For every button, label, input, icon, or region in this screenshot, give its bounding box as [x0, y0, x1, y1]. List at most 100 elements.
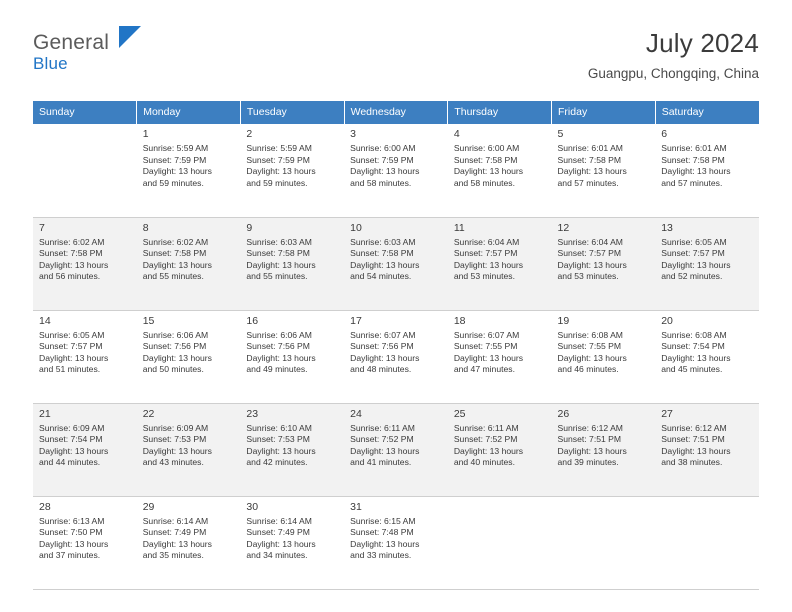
weekday-header-thursday: Thursday	[447, 101, 553, 124]
day-detail: Sunrise: 6:11 AM Sunset: 7:52 PM Dayligh…	[350, 422, 420, 468]
calendar-day-cell[interactable]: 31 Sunrise: 6:15 AM Sunset: 7:48 PM Dayl…	[344, 496, 448, 590]
calendar-day-cell[interactable]: 8 Sunrise: 6:02 AM Sunset: 7:58 PM Dayli…	[136, 217, 241, 311]
calendar-day-cell[interactable]: 29 Sunrise: 6:14 AM Sunset: 7:49 PM Dayl…	[136, 496, 241, 590]
calendar-week-row: 21 Sunrise: 6:09 AM Sunset: 7:54 PM Dayl…	[33, 403, 759, 497]
day-detail: Sunrise: 6:04 AM Sunset: 7:57 PM Dayligh…	[557, 236, 627, 282]
day-detail: Sunrise: 6:07 AM Sunset: 7:56 PM Dayligh…	[350, 329, 420, 375]
day-number: 11	[453, 221, 465, 234]
day-number: 6	[661, 128, 668, 140]
calendar-day-cell[interactable]: 5 Sunrise: 6:01 AM Sunset: 7:58 PM Dayli…	[551, 124, 656, 218]
calendar-day-cell[interactable]: 3 Sunrise: 6:00 AM Sunset: 7:59 PM Dayli…	[344, 124, 448, 218]
page-subtitle: Guangpu, Chongqing, China	[587, 66, 759, 81]
day-number: 8	[142, 221, 149, 234]
calendar-day-cell[interactable]: 30 Sunrise: 6:14 AM Sunset: 7:49 PM Dayl…	[240, 496, 345, 590]
day-detail: Sunrise: 6:03 AM Sunset: 7:58 PM Dayligh…	[350, 236, 420, 282]
day-detail: Sunrise: 6:00 AM Sunset: 7:59 PM Dayligh…	[350, 143, 420, 188]
calendar-day-cell[interactable]: 20 Sunrise: 6:08 AM Sunset: 7:54 PM Dayl…	[655, 310, 759, 404]
calendar-day-cell[interactable]: 13 Sunrise: 6:05 AM Sunset: 7:57 PM Dayl…	[655, 217, 759, 311]
day-number: 20	[661, 314, 673, 327]
day-number: 30	[246, 500, 259, 513]
day-detail: Sunrise: 6:13 AM Sunset: 7:50 PM Dayligh…	[39, 515, 109, 561]
calendar-day-cell[interactable]: 22 Sunrise: 6:09 AM Sunset: 7:53 PM Dayl…	[136, 403, 241, 497]
calendar-day-cell[interactable]: 26 Sunrise: 6:12 AM Sunset: 7:51 PM Dayl…	[551, 403, 656, 497]
day-detail: Sunrise: 6:10 AM Sunset: 7:53 PM Dayligh…	[246, 422, 316, 468]
day-number: 9	[246, 221, 253, 234]
calendar-day-cell[interactable]: 2 Sunrise: 5:59 AM Sunset: 7:59 PM Dayli…	[240, 124, 345, 218]
logo: General Blue	[33, 32, 109, 72]
calendar-day-cell[interactable]: 14 Sunrise: 6:05 AM Sunset: 7:57 PM Dayl…	[33, 310, 137, 404]
day-number: 31	[350, 500, 362, 513]
day-detail: Sunrise: 6:11 AM Sunset: 7:52 PM Dayligh…	[453, 422, 524, 468]
day-number: 24	[350, 407, 362, 420]
weekday-header-friday: Friday	[551, 101, 656, 124]
day-detail: Sunrise: 6:02 AM Sunset: 7:58 PM Dayligh…	[39, 236, 109, 282]
calendar-day-cell[interactable]: 10 Sunrise: 6:03 AM Sunset: 7:58 PM Dayl…	[344, 217, 448, 311]
day-detail: Sunrise: 5:59 AM Sunset: 7:59 PM Dayligh…	[142, 143, 212, 188]
calendar-week-row: 14 Sunrise: 6:05 AM Sunset: 7:57 PM Dayl…	[33, 310, 759, 404]
day-detail: Sunrise: 6:02 AM Sunset: 7:58 PM Dayligh…	[142, 236, 212, 282]
day-detail: Sunrise: 6:09 AM Sunset: 7:53 PM Dayligh…	[142, 422, 212, 468]
day-number: 25	[453, 407, 466, 420]
calendar-day-cell[interactable]: 16 Sunrise: 6:06 AM Sunset: 7:56 PM Dayl…	[240, 310, 345, 404]
calendar-day-cell[interactable]: 27 Sunrise: 6:12 AM Sunset: 7:51 PM Dayl…	[655, 403, 759, 497]
calendar-day-cell[interactable]: 23 Sunrise: 6:10 AM Sunset: 7:53 PM Dayl…	[240, 403, 345, 497]
day-detail: Sunrise: 6:09 AM Sunset: 7:54 PM Dayligh…	[39, 422, 109, 468]
day-detail: Sunrise: 6:08 AM Sunset: 7:55 PM Dayligh…	[557, 329, 627, 375]
day-number: 21	[39, 407, 51, 420]
day-detail: Sunrise: 6:06 AM Sunset: 7:56 PM Dayligh…	[142, 329, 212, 375]
weekday-header-sunday: Sunday	[33, 101, 138, 124]
day-detail: Sunrise: 6:08 AM Sunset: 7:54 PM Dayligh…	[661, 329, 731, 375]
calendar-day-cell[interactable]: 25 Sunrise: 6:11 AM Sunset: 7:52 PM Dayl…	[447, 403, 552, 497]
day-detail: Sunrise: 6:12 AM Sunset: 7:51 PM Dayligh…	[557, 422, 627, 468]
day-number: 10	[350, 221, 362, 234]
calendar-day-cell[interactable]: 19 Sunrise: 6:08 AM Sunset: 7:55 PM Dayl…	[551, 310, 656, 404]
logo-general-text: General	[33, 31, 110, 54]
day-number: 22	[142, 407, 155, 420]
calendar-day-cell[interactable]: 1 Sunrise: 5:59 AM Sunset: 7:59 PM Dayli…	[136, 124, 241, 218]
weekday-header-row: Sunday Monday Tuesday Wednesday Thursday…	[33, 101, 759, 124]
day-number: 12	[557, 221, 570, 234]
day-detail: Sunrise: 5:59 AM Sunset: 7:59 PM Dayligh…	[246, 143, 316, 188]
calendar-day-cell[interactable]: 6 Sunrise: 6:01 AM Sunset: 7:58 PM Dayli…	[655, 124, 759, 218]
weekday-header-wednesday: Wednesday	[344, 101, 449, 124]
day-detail: Sunrise: 6:05 AM Sunset: 7:57 PM Dayligh…	[661, 236, 731, 282]
calendar-day-cell[interactable]: 17 Sunrise: 6:07 AM Sunset: 7:56 PM Dayl…	[344, 310, 448, 404]
day-number: 5	[557, 128, 564, 140]
day-number: 29	[142, 500, 155, 513]
day-number: 14	[39, 314, 51, 327]
calendar-day-cell[interactable]: 9 Sunrise: 6:03 AM Sunset: 7:58 PM Dayli…	[240, 217, 345, 311]
calendar-week-row: 7 Sunrise: 6:02 AM Sunset: 7:58 PM Dayli…	[33, 217, 759, 311]
calendar-day-cell[interactable]	[551, 496, 656, 590]
day-detail: Sunrise: 6:04 AM Sunset: 7:57 PM Dayligh…	[453, 236, 524, 282]
calendar-day-cell[interactable]: 18 Sunrise: 6:07 AM Sunset: 7:55 PM Dayl…	[447, 310, 552, 404]
calendar-day-cell[interactable]: 4 Sunrise: 6:00 AM Sunset: 7:58 PM Dayli…	[447, 124, 552, 218]
calendar-day-cell[interactable]: 12 Sunrise: 6:04 AM Sunset: 7:57 PM Dayl…	[551, 217, 656, 311]
day-number: 15	[142, 314, 155, 327]
day-detail: Sunrise: 6:01 AM Sunset: 7:58 PM Dayligh…	[557, 143, 627, 188]
day-detail: Sunrise: 6:12 AM Sunset: 7:51 PM Dayligh…	[661, 422, 731, 468]
page-title: July 2024	[645, 28, 759, 58]
calendar-day-cell[interactable]: 21 Sunrise: 6:09 AM Sunset: 7:54 PM Dayl…	[33, 403, 137, 497]
day-number: 26	[557, 407, 570, 420]
calendar-day-cell[interactable]	[655, 496, 759, 590]
day-number: 16	[246, 314, 259, 327]
day-number: 1	[142, 128, 149, 140]
calendar-table: Sunday Monday Tuesday Wednesday Thursday…	[33, 101, 759, 590]
calendar-day-cell[interactable]: 7 Sunrise: 6:02 AM Sunset: 7:58 PM Dayli…	[33, 217, 137, 311]
calendar-day-cell[interactable]: 15 Sunrise: 6:06 AM Sunset: 7:56 PM Dayl…	[136, 310, 241, 404]
calendar-day-cell[interactable]: 28 Sunrise: 6:13 AM Sunset: 7:50 PM Dayl…	[33, 496, 137, 590]
day-number: 28	[39, 500, 51, 513]
calendar-day-cell[interactable]	[447, 496, 552, 590]
calendar-week-row: 28 Sunrise: 6:13 AM Sunset: 7:50 PM Dayl…	[33, 496, 759, 590]
calendar-day-cell[interactable]: 24 Sunrise: 6:11 AM Sunset: 7:52 PM Dayl…	[344, 403, 448, 497]
day-number: 3	[350, 128, 356, 140]
calendar-day-cell[interactable]: 11 Sunrise: 6:04 AM Sunset: 7:57 PM Dayl…	[447, 217, 552, 311]
day-detail: Sunrise: 6:07 AM Sunset: 7:55 PM Dayligh…	[453, 329, 524, 375]
weekday-header-monday: Monday	[136, 101, 241, 124]
calendar-day-cell[interactable]	[33, 124, 137, 218]
day-detail: Sunrise: 6:14 AM Sunset: 7:49 PM Dayligh…	[142, 515, 212, 561]
page-header: General Blue July 2024 Guangpu, Chongqin…	[33, 0, 759, 81]
calendar-week-row: 1 Sunrise: 5:59 AM Sunset: 7:59 PM Dayli…	[33, 124, 759, 218]
weekday-header-tuesday: Tuesday	[240, 101, 345, 124]
day-number: 4	[453, 128, 460, 140]
